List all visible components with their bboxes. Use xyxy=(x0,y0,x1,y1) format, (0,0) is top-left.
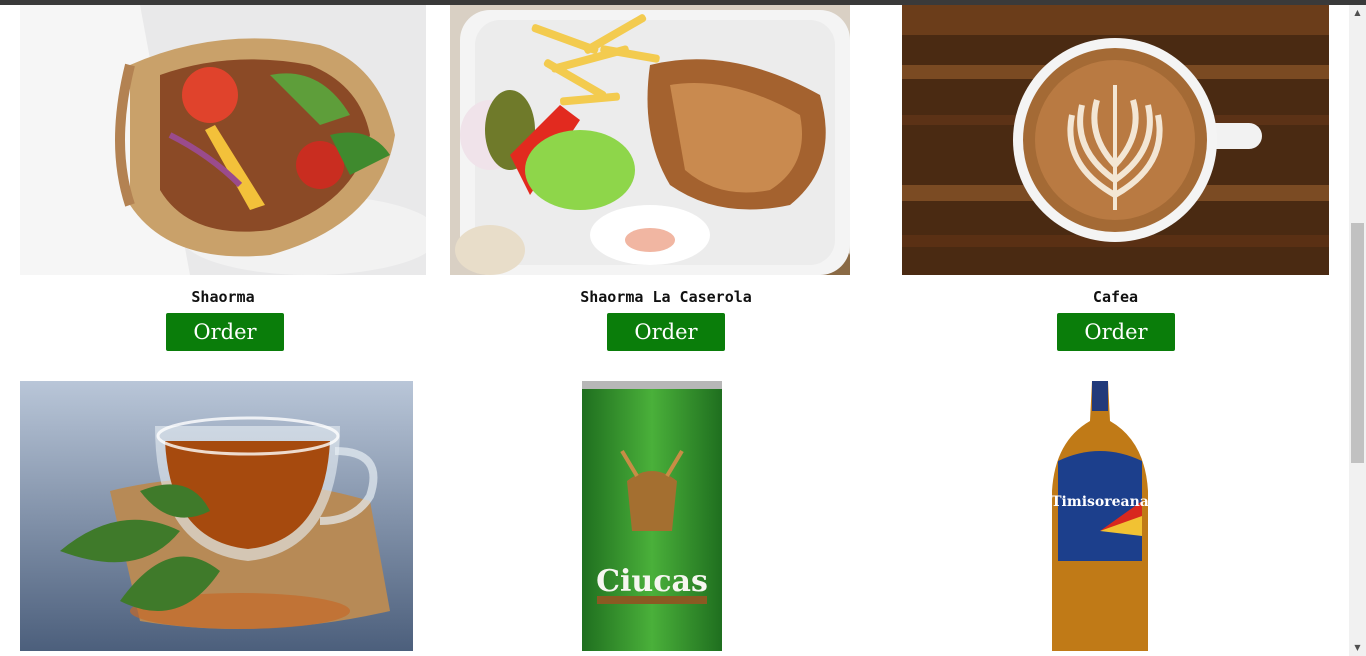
vertical-scrollbar[interactable]: ▲ ▼ xyxy=(1349,5,1366,656)
timisoreana-image[interactable]: Timisoreana xyxy=(1040,381,1160,651)
product-name: Shaorma La Caserola xyxy=(580,288,752,306)
scroll-up-arrow-icon[interactable]: ▲ xyxy=(1349,5,1366,21)
order-button[interactable]: Order xyxy=(166,313,284,351)
ciucas-image[interactable]: Ciucas xyxy=(582,381,722,651)
scroll-down-arrow-icon[interactable]: ▼ xyxy=(1349,640,1366,656)
cafea-image[interactable] xyxy=(902,5,1329,275)
shaorma-image[interactable] xyxy=(20,5,426,275)
shaorma-la-caserola-image[interactable] xyxy=(450,5,850,275)
timisoreana-logo-text: Timisoreana xyxy=(1051,494,1149,510)
order-button[interactable]: Order xyxy=(607,313,725,351)
order-button[interactable]: Order xyxy=(1057,313,1175,351)
tea-image[interactable] xyxy=(20,381,413,651)
scroll-thumb[interactable] xyxy=(1351,223,1364,463)
ciucas-logo-text: Ciucas xyxy=(596,564,708,599)
product-name: Cafea xyxy=(1092,288,1139,306)
product-name: Shaorma xyxy=(191,288,255,306)
